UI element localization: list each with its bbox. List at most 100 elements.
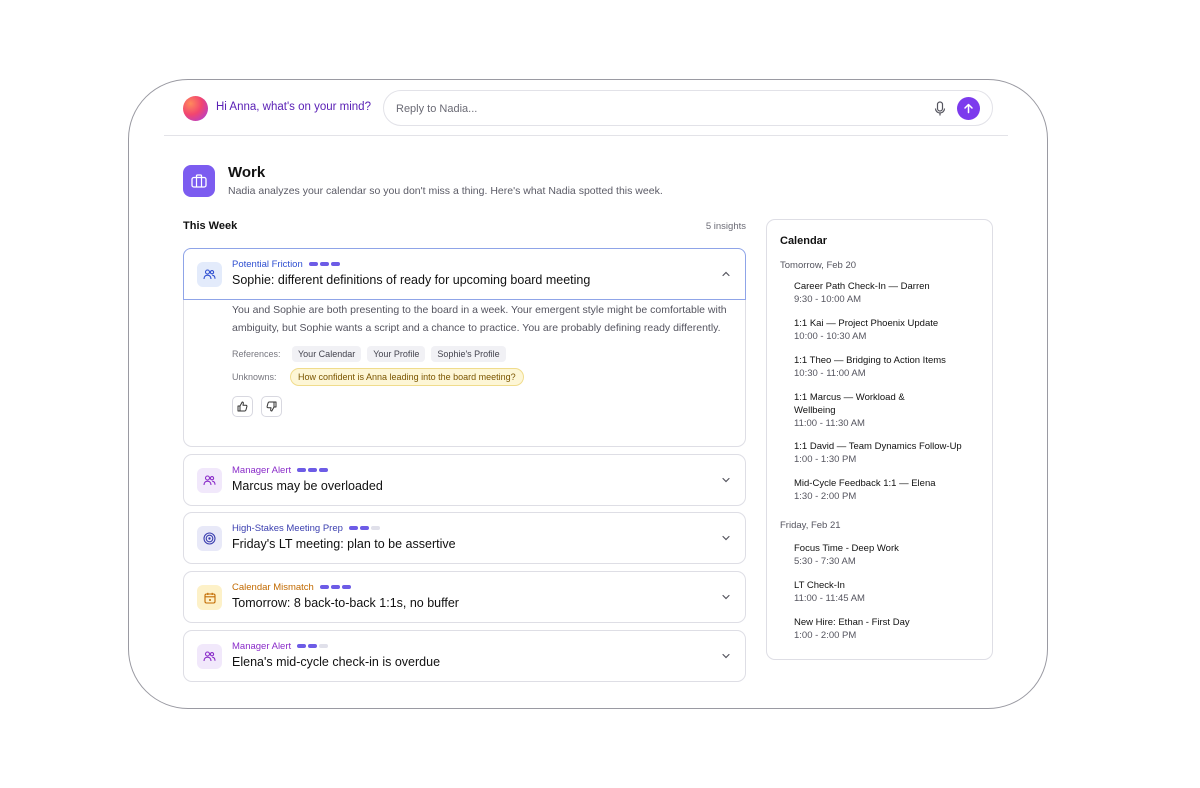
app-window: Hi Anna, what's on your mind? Work Nadia…: [128, 79, 1048, 709]
insight-card[interactable]: Manager Alert Elena's mid-cycle check-in …: [183, 630, 746, 682]
briefcase-icon: [183, 165, 215, 197]
unknown-chip[interactable]: How confident is Anna leading into the b…: [290, 368, 524, 386]
severity-bar: [297, 644, 306, 648]
insight-card[interactable]: High-Stakes Meeting Prep Friday's LT meet…: [183, 512, 746, 564]
event-title: 1:1 Marcus — Workload & Wellbeing: [794, 392, 905, 416]
event-title: 1:1 Kai — Project Phoenix Update: [794, 318, 939, 329]
insights-count: 5 insights: [705, 221, 746, 232]
severity-indicator: [297, 644, 328, 648]
send-button[interactable]: [957, 97, 980, 120]
severity-bar: [342, 585, 351, 589]
calendar-event[interactable]: Mid-Cycle Feedback 1:1 — Elena 1:30 - 2:0…: [794, 477, 974, 503]
reply-input[interactable]: [396, 99, 916, 119]
chevron-down-icon[interactable]: [721, 651, 731, 661]
insight-card-header[interactable]: Manager Alert Marcus may be overloaded: [184, 455, 745, 506]
section-label: This Week: [183, 220, 238, 232]
calendar-event[interactable]: 1:1 David — Team Dynamics Follow-Up 1:00 …: [794, 440, 974, 466]
event-title: Mid-Cycle Feedback 1:1 — Elena: [794, 478, 936, 489]
severity-bar: [320, 585, 329, 589]
calendar-panel: Calendar Tomorrow, Feb 20 Career Path Che…: [766, 219, 993, 660]
calendar-icon: [197, 585, 222, 610]
insight-card-header[interactable]: Potential Friction Sophie: different defi…: [183, 248, 746, 300]
reference-chip[interactable]: Sophie's Profile: [431, 346, 506, 362]
unknowns-row: Unknowns: How confident is Anna leading i…: [232, 368, 732, 386]
arrow-up-icon: [964, 103, 973, 114]
severity-indicator: [297, 468, 328, 472]
chevron-up-icon[interactable]: [721, 269, 731, 279]
event-time: 1:30 - 2:00 PM: [794, 491, 857, 502]
event-time: 10:30 - 11:00 AM: [794, 368, 866, 379]
thumbs-down-icon: [266, 401, 277, 412]
insight-category: Manager Alert: [232, 465, 292, 476]
severity-bar: [331, 262, 340, 266]
severity-bar: [319, 468, 328, 472]
insight-title: Friday's LT meeting: plan to be assertiv…: [232, 537, 456, 551]
insight-title: Tomorrow: 8 back-to-back 1:1s, no buffer: [232, 596, 459, 610]
event-title: Focus Time - Deep Work: [794, 543, 899, 554]
insight-card[interactable]: Manager Alert Marcus may be overloaded: [183, 454, 746, 506]
chevron-down-icon[interactable]: [721, 592, 731, 602]
calendar-event[interactable]: New Hire: Ethan - First Day 1:00 - 2:00 P…: [794, 616, 974, 642]
target-icon: [197, 526, 222, 551]
insight-card[interactable]: Calendar Mismatch Tomorrow: 8 back-to-bac…: [183, 571, 746, 623]
event-title: 1:1 David — Team Dynamics Follow-Up: [794, 441, 962, 452]
severity-bar: [320, 262, 329, 266]
page-title: Work: [228, 164, 266, 181]
calendar-day-label: Friday, Feb 21: [780, 520, 841, 531]
event-title: New Hire: Ethan - First Day: [794, 617, 910, 628]
insight-details: You and Sophie are both presenting to th…: [232, 301, 732, 417]
insight-title: Elena's mid-cycle check-in is overdue: [232, 655, 441, 669]
severity-bar: [360, 526, 369, 530]
calendar-event[interactable]: 1:1 Kai — Project Phoenix Update 10:00 - …: [794, 317, 974, 343]
severity-bar: [371, 526, 380, 530]
insight-category: High-Stakes Meeting Prep: [232, 523, 343, 534]
calendar-day-label: Tomorrow, Feb 20: [780, 260, 857, 271]
insight-card-header[interactable]: High-Stakes Meeting Prep Friday's LT meet…: [184, 513, 745, 564]
severity-bar: [309, 262, 318, 266]
insight-title: Marcus may be overloaded: [232, 479, 383, 493]
reference-chip[interactable]: Your Profile: [367, 346, 426, 362]
calendar-event[interactable]: Focus Time - Deep Work 5:30 - 7:30 AM: [794, 542, 974, 568]
event-time: 11:00 - 11:45 AM: [794, 593, 865, 604]
event-time: 11:00 - 11:30 AM: [794, 418, 865, 429]
people-icon: [197, 262, 222, 287]
event-time: 5:30 - 7:30 AM: [794, 556, 856, 567]
reference-chip[interactable]: Your Calendar: [292, 346, 362, 362]
event-time: 1:00 - 1:30 PM: [794, 454, 857, 465]
microphone-icon[interactable]: [934, 101, 946, 117]
insight-category: Manager Alert: [232, 641, 292, 652]
severity-bar: [308, 644, 317, 648]
calendar-event[interactable]: Career Path Check-In — Darren 9:30 - 10:0…: [794, 280, 974, 306]
severity-bar: [331, 585, 340, 589]
severity-indicator: [320, 585, 351, 589]
calendar-title: Calendar: [780, 235, 828, 247]
calendar-event[interactable]: 1:1 Marcus — Workload & Wellbeing 11:00 -…: [794, 391, 916, 430]
chevron-down-icon[interactable]: [721, 533, 731, 543]
references-label: References:: [232, 349, 281, 359]
thumbs-up-icon: [237, 401, 248, 412]
unknowns-label: Unknowns:: [232, 372, 277, 382]
event-time: 10:00 - 10:30 AM: [794, 331, 867, 342]
calendar-event[interactable]: LT Check-In 11:00 - 11:45 AM: [794, 579, 974, 605]
insight-card-header[interactable]: Calendar Mismatch Tomorrow: 8 back-to-bac…: [184, 572, 745, 623]
severity-bar: [297, 468, 306, 472]
top-bar: Hi Anna, what's on your mind?: [164, 80, 1008, 136]
thumbs-down-button[interactable]: [261, 396, 282, 417]
event-title: LT Check-In: [794, 580, 845, 591]
severity-indicator: [349, 526, 380, 530]
severity-indicator: [309, 262, 340, 266]
greeting-text: Hi Anna, what's on your mind?: [216, 101, 371, 113]
reply-box: [383, 90, 993, 126]
calendar-event[interactable]: 1:1 Theo — Bridging to Action Items 10:30…: [794, 354, 974, 380]
insight-description: You and Sophie are both presenting to th…: [232, 304, 727, 334]
insight-category: Calendar Mismatch: [232, 582, 314, 593]
event-time: 1:00 - 2:00 PM: [794, 630, 857, 641]
chevron-down-icon[interactable]: [721, 475, 731, 485]
people-icon: [197, 468, 222, 493]
insight-card-header[interactable]: Manager Alert Elena's mid-cycle check-in …: [184, 631, 745, 682]
thumbs-up-button[interactable]: [232, 396, 253, 417]
severity-bar: [308, 468, 317, 472]
insight-card[interactable]: Potential Friction Sophie: different defi…: [183, 248, 746, 447]
page-subtitle: Nadia analyzes your calendar so you don'…: [228, 185, 663, 197]
feedback-row: [232, 396, 732, 417]
